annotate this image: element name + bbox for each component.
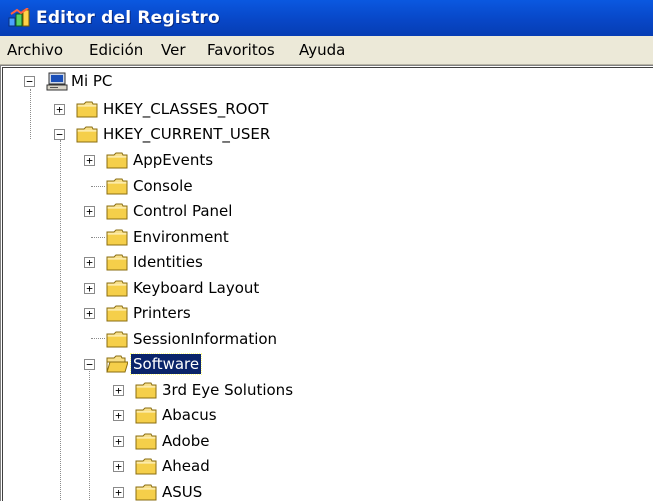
menu-ver[interactable]: Ver [161,41,186,59]
regedit-icon [8,8,30,27]
tree-node-keyboard-layout[interactable]: Keyboard Layout [131,278,261,298]
expand-toggle[interactable]: + [113,436,124,447]
menu-edicion[interactable]: Edición [89,41,143,59]
expand-toggle[interactable]: + [113,410,124,421]
tree-node-printers[interactable]: Printers [131,303,193,323]
tree-node-console[interactable]: Console [131,176,195,196]
folder-icon [106,229,128,246]
my-computer-icon [46,72,68,91]
tree-line [89,368,90,501]
tree-line [91,237,105,238]
tree-line [91,338,105,339]
tree-line [60,140,61,501]
tree-node-control-panel[interactable]: Control Panel [131,201,234,221]
folder-icon [106,305,128,322]
expand-toggle[interactable]: + [113,385,124,396]
folder-icon [135,433,157,450]
title-bar[interactable]: Editor del Registro [0,0,653,36]
tree-border [2,67,653,501]
expand-toggle[interactable]: + [113,461,124,472]
tree-node-hkey-current-user[interactable]: HKEY_CURRENT_USER [101,124,272,144]
window-title: Editor del Registro [36,8,220,28]
collapse-toggle[interactable]: − [84,359,95,370]
tree-node-3rd-eye-solutions[interactable]: 3rd Eye Solutions [160,380,295,400]
folder-icon [76,101,98,118]
folder-icon [106,152,128,169]
expand-toggle[interactable]: + [84,257,95,268]
tree-node-adobe[interactable]: Adobe [160,431,211,451]
tree-node-ahead[interactable]: Ahead [160,456,212,476]
folder-icon [135,458,157,475]
menu-archivo[interactable]: Archivo [7,41,63,59]
tree-node-appevents[interactable]: AppEvents [131,150,215,170]
collapse-toggle[interactable]: − [54,129,65,140]
folder-icon [76,126,98,143]
expand-toggle[interactable]: + [54,104,65,115]
folder-icon [135,484,157,501]
expand-toggle[interactable]: + [84,308,95,319]
tree-node-hkey-classes-root[interactable]: HKEY_CLASSES_ROOT [101,99,270,119]
tree-node-software[interactable]: Software [129,353,203,375]
tree-node-sessioninformation[interactable]: SessionInformation [131,329,279,349]
tree-node-asus[interactable]: ASUS [160,482,204,501]
expand-toggle[interactable]: + [84,206,95,217]
folder-icon [106,280,128,297]
open-folder-icon [106,355,128,373]
menu-favoritos[interactable]: Favoritos [207,41,275,59]
folder-icon [106,254,128,271]
expand-toggle[interactable]: + [84,155,95,166]
registry-tree[interactable]: − Mi PC + HKEY_CLASSES_ROOT − HKEY_CURRE… [0,65,653,501]
collapse-toggle[interactable]: − [24,76,35,87]
tree-node-mi-pc[interactable]: Mi PC [69,71,114,91]
folder-icon [106,203,128,220]
folder-icon [106,331,128,348]
folder-icon [106,178,128,195]
tree-node-abacus[interactable]: Abacus [160,405,219,425]
tree-node-identities[interactable]: Identities [131,252,205,272]
expand-toggle[interactable]: + [113,487,124,498]
folder-icon [135,407,157,424]
tree-line [30,89,31,139]
folder-icon [135,382,157,399]
tree-line [91,186,105,187]
tree-node-environment[interactable]: Environment [131,227,231,247]
expand-toggle[interactable]: + [84,283,95,294]
menu-bar: Archivo Edición Ver Favoritos Ayuda [0,36,653,65]
menu-ayuda[interactable]: Ayuda [299,41,345,59]
